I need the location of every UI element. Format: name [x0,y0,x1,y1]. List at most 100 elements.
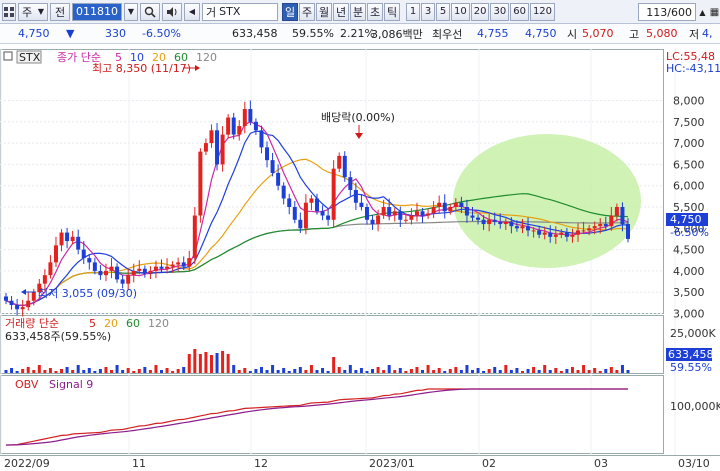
interval-button-3[interactable]: 3 [421,2,435,21]
candle-body [81,249,86,259]
stock-code-input[interactable]: 011810 [72,2,122,21]
volume-bar [448,369,452,373]
candle-body [281,185,286,199]
step-up-button[interactable]: ▲ [697,3,708,21]
candle-body [353,189,358,203]
date-tick: 03 [594,457,608,470]
period-tab-2[interactable]: 월 [316,2,332,21]
candle-body [187,258,192,267]
candle-body [326,215,331,220]
volume-bar [487,369,491,373]
period-tab-6[interactable]: 틱 [384,2,400,21]
obv-axis-tick: 100,000K [670,400,720,413]
candle-body [248,109,253,122]
candle-body [176,262,181,265]
chevron-down-icon: ▼ [37,7,44,16]
candle-body [109,266,114,271]
sound-button[interactable] [162,2,182,21]
volume-bar [526,369,530,373]
volume-bar [504,365,508,373]
volume-bar [193,349,197,373]
price-tick: 4,500 [673,244,705,257]
volume-bar [387,365,391,373]
interval-button-60[interactable]: 60 [510,2,529,21]
candle-body [287,198,292,207]
volume-bar [471,370,474,373]
candle-body [509,221,514,227]
volume-bar [304,370,308,373]
candle-body [520,226,525,229]
volume-axis-tick: 25,000K [670,327,716,340]
interval-button-120[interactable]: 120 [529,2,556,21]
code-dropdown-button[interactable]: ▼ [124,2,138,21]
volume-bar [609,367,613,373]
grid-toggle-button[interactable]: ▦ [709,3,720,21]
volume-bar [554,368,558,373]
interval-button-20[interactable]: 20 [470,2,490,21]
interval-button-30[interactable]: 30 [490,2,510,21]
open-price: 5,070 [582,27,614,40]
volume-bar [332,357,336,373]
candle-body [570,234,575,237]
candle-body [564,232,569,237]
volume-bar [570,367,574,373]
highlight-ellipse [453,134,641,268]
candle-body [76,236,81,250]
volume-legend-period-20: 20 [104,317,118,330]
candle-body [165,266,170,269]
candle-count[interactable]: 113/600 [638,3,696,21]
candle-body [120,279,125,284]
volume-marker-label: 633,458 [668,348,714,361]
period-tab-1[interactable]: 주 [299,2,315,21]
candle-body [592,226,597,229]
prev-button[interactable]: ◀ [184,2,200,21]
period-tab-3[interactable]: 년 [333,2,349,21]
candle-body [265,147,270,161]
market-select[interactable]: 주 ▼ [18,2,48,21]
stock-name-field[interactable]: 거 STX [202,2,278,21]
candle-body [481,219,486,225]
volume-bar [148,370,152,373]
interval-button-10[interactable]: 10 [451,2,470,21]
volume-bar [21,369,25,373]
volume-bar [559,371,563,373]
volume-bar [437,368,441,373]
period-tab-5[interactable]: 초 [367,2,383,21]
candle-body [459,202,464,207]
candle-body [614,207,619,216]
volume-bar [10,368,14,373]
candle-body [242,109,247,127]
interval-button-1[interactable]: 1 [406,2,420,21]
search-button[interactable] [140,2,160,21]
volume-bar [271,365,275,373]
volume-bar [548,370,552,373]
stock-chart[interactable]: STX 종가 단순 5 10 20 60 120 최고 8,350 (11/17) 최저… [0,45,720,471]
volume-panel[interactable] [0,315,664,374]
candle-body [320,211,325,216]
candle-body [198,151,203,216]
price-tick: 7,500 [673,116,705,129]
obv-panel[interactable] [0,375,664,454]
period-tab-4[interactable]: 분 [350,2,366,21]
volume-bar [154,365,158,373]
date-tick: 11 [132,457,146,470]
volume-bar [465,365,469,373]
field-button[interactable]: 전 [50,2,70,21]
date-tick: 03/10 [678,457,710,470]
date-axis[interactable]: 2022/09 11 12 2023/01 02 03 03/10 [4,457,710,470]
interval-button-5[interactable]: 5 [436,2,450,21]
candle-body [587,228,592,231]
candle-body [159,266,164,269]
volume-bar [37,365,41,373]
price-tick: 6,500 [673,158,705,171]
candle-body [503,221,508,225]
low-annotation: 최저 3,055 (09/30) [38,287,137,300]
candle-body [492,219,497,222]
search-icon [144,6,156,18]
settings-icon[interactable] [2,2,16,21]
price-tick: 7,000 [673,137,705,150]
high-label: 고 [629,27,640,41]
period-tab-0[interactable]: 일 [282,2,298,21]
candle-body [426,213,431,216]
candle-body [181,262,186,267]
